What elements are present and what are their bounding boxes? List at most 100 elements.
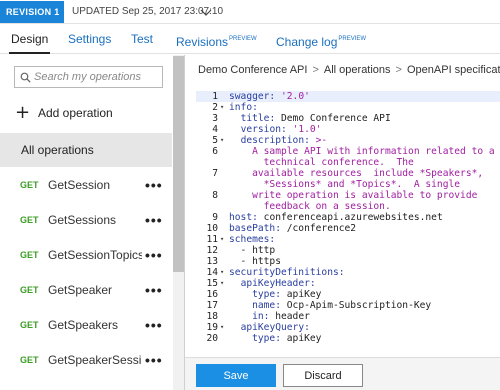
code-line: 8 write operation is available to provid… [196,190,500,201]
line-number: 12 [206,245,218,256]
line-number: 18 [206,311,218,322]
breadcrumb-api[interactable]: Demo Conference API [198,64,307,76]
chevron-down-icon[interactable] [199,5,213,19]
code-line: 3 title: Demo Conference API [196,113,500,124]
code-text: apiKeyQuery: [240,322,310,333]
code-line: 20 type: apiKey [196,333,500,344]
breadcrumb-all-operations[interactable]: All operations [324,64,391,76]
more-options-icon[interactable]: ••• [145,273,163,307]
operation-item[interactable]: GET GetSessionTopics ••• [0,238,172,272]
line-number: 1 [212,91,218,102]
line-number: 10 [206,223,218,234]
method-badge: GET [20,355,39,365]
save-button[interactable]: Save [196,364,276,387]
tab-settings[interactable]: Settings [68,24,111,54]
more-options-icon[interactable]: ••• [145,308,163,342]
code-text: host: conferenceapi.azurewebsites.net [229,212,443,223]
code-line: 1 swagger: '2.0' [196,91,500,102]
line-number: 19 [206,322,218,333]
operation-item[interactable]: GET GetSessions ••• [0,203,172,237]
operation-item[interactable]: GET GetSession ••• [0,168,172,202]
line-number: 11 [206,234,218,245]
code-line: 18 in: header [196,311,500,322]
fold-toggle-icon[interactable]: ▾ [220,322,228,333]
code-text: securityDefinitions: [229,267,345,278]
add-operation-label: Add operation [38,106,113,120]
operation-item[interactable]: GET GetSpeakers ••• [0,308,172,342]
code-line: 6 A sample API with information related … [196,146,500,157]
fold-toggle-icon[interactable]: ▾ [220,102,228,113]
breadcrumb-separator: > [395,64,402,76]
search-icon [20,72,31,83]
code-text: apiKeyHeader: [240,278,316,289]
plus-icon: + [15,102,31,123]
code-text: description: >- [240,135,328,146]
sidebar-scrollbar-thumb[interactable] [173,56,184,272]
more-options-icon[interactable]: ••• [145,203,163,237]
revision-badge[interactable]: REVISION 1 [0,1,64,23]
fold-toggle-icon[interactable]: ▾ [220,267,228,278]
code-line: 10 basePath: /conference2 [196,223,500,234]
code-text: technical conference. The [229,157,414,168]
code-text: basePath: /conference2 [229,223,357,234]
code-line: 9 host: conferenceapi.azurewebsites.net [196,212,500,223]
method-badge: GET [20,285,39,295]
code-line: *Sessions* and *Topics*. A single [196,179,500,190]
line-number: 9 [212,212,218,223]
code-line: 16 type: apiKey [196,289,500,300]
openapi-yaml-editor[interactable]: 1 swagger: '2.0' 2 ▾ info: 3 title: Demo Conf… [196,89,500,357]
code-line: 17 name: Ocp-Apim-Subscription-Key [196,300,500,311]
all-operations-item[interactable]: All operations [0,133,172,167]
operation-name: GetSession [48,178,111,192]
code-line: 19 ▾ apiKeyQuery: [196,322,500,333]
more-options-icon[interactable]: ••• [145,343,163,377]
code-line: 11 ▾ schemes: [196,234,500,245]
operation-item[interactable]: GET GetSpeakerSessi... ••• [0,343,172,377]
code-line: 15 ▾ apiKeyHeader: [196,278,500,289]
search-box[interactable] [14,66,163,88]
fold-toggle-icon[interactable]: ▾ [220,234,228,245]
line-number: 13 [206,256,218,267]
code-text: available resources include *Speakers*, [229,168,484,179]
line-number: 7 [212,168,218,179]
tab-revisions[interactable]: RevisionsPREVIEW [176,24,257,54]
operation-name: GetSpeaker [48,283,113,297]
add-operation-button[interactable]: + Add operation [15,103,113,123]
code-text: feedback on a session. [229,201,391,212]
code-line: 13 - https [196,256,500,267]
line-number: 8 [212,190,218,201]
tab-design[interactable]: Design [8,24,51,54]
code-line: 12 - http [196,245,500,256]
more-options-icon[interactable]: ••• [145,238,163,272]
tab-test[interactable]: Test [131,24,153,54]
operation-item[interactable]: GET GetSpeaker ••• [0,273,172,307]
breadcrumb-openapi-spec: OpenAPI specification [406,64,500,76]
code-text: - http [229,245,276,256]
discard-button[interactable]: Discard [283,364,363,387]
more-options-icon[interactable]: ••• [145,168,163,202]
code-text: version: '1.0' [240,124,322,135]
breadcrumb: Demo Conference API > All operations > OpenA… [198,64,500,76]
code-text: schemes: [229,234,276,245]
method-badge: GET [20,320,39,330]
line-number: 5 [212,135,218,146]
operation-name: GetSessions [48,213,117,227]
line-number: 3 [212,113,218,124]
tab-change-log[interactable]: Change logPREVIEW [276,24,366,54]
preview-tag: PREVIEW [229,36,257,42]
method-badge: GET [20,215,39,225]
line-number: 4 [212,124,218,135]
code-line: 14 ▾ securityDefinitions: [196,267,500,278]
code-text: type: apiKey [252,289,322,300]
operation-name: GetSpeakers [48,318,119,332]
code-line: 4 version: '1.0' [196,124,500,135]
line-number: 2 [212,102,218,113]
search-input[interactable] [34,69,160,85]
editor-footer: Save Discard [185,357,500,390]
fold-toggle-icon[interactable]: ▾ [220,135,228,146]
fold-toggle-icon[interactable]: ▾ [220,278,228,289]
code-text: title: Demo Conference API [240,113,391,124]
code-text: A sample API with information related to… [229,146,495,157]
method-badge: GET [20,250,39,260]
code-text: info: [229,102,258,113]
